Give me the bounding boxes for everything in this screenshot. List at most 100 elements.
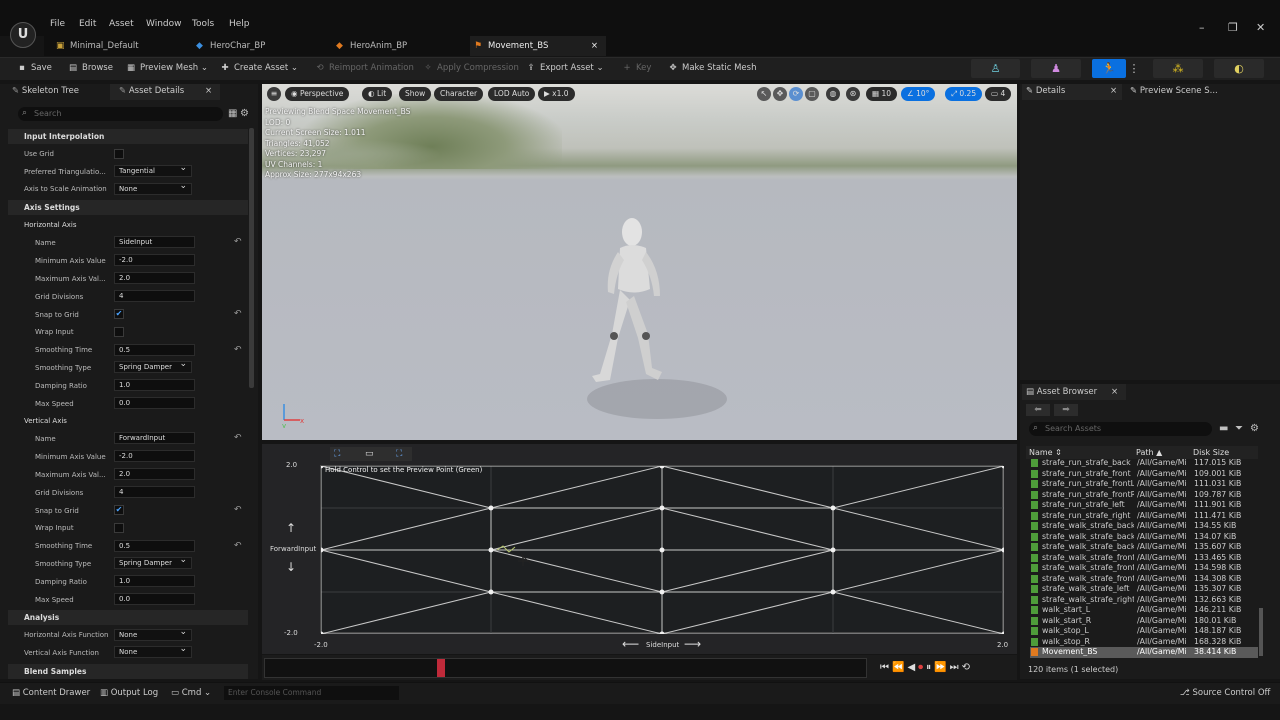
reset-arrow-icon[interactable]: ↶	[234, 309, 242, 319]
asset-row[interactable]: strafe_walk_strafe_front/All/Game/Mi 134.…	[1030, 563, 1258, 574]
tab-details[interactable]: ✎ Details	[1026, 86, 1065, 96]
save-button[interactable]: ▪ Save	[16, 63, 52, 73]
column-path[interactable]: Path ▲	[1136, 448, 1162, 457]
use-grid-checkbox[interactable]	[114, 149, 124, 159]
menu-file[interactable]: File	[50, 19, 65, 29]
reset-arrow-icon[interactable]: ↶	[234, 505, 242, 515]
tab-asset-browser[interactable]: ▤ Asset Browser	[1026, 387, 1097, 397]
world-space-icon[interactable]: ◍	[826, 87, 840, 101]
fit-view-icon[interactable]: ⛶	[334, 449, 340, 459]
step-forward-icon[interactable]: ⏩	[934, 662, 949, 673]
tab-preview-scene[interactable]: ✎ Preview Scene S...	[1130, 86, 1218, 96]
tab-movement-bs[interactable]: ⚑ Movement_BS ×	[470, 36, 606, 56]
filter-icon[interactable]: ⏷	[1235, 423, 1243, 434]
tab-skeleton-tree[interactable]: ✎ Skeleton Tree	[12, 86, 79, 96]
menu-edit[interactable]: Edit	[79, 19, 96, 29]
pause-icon[interactable]: ⏸	[926, 662, 934, 673]
v-snap-checkbox[interactable]: ✔	[114, 505, 124, 515]
v-smooth-type-dropdown[interactable]: Spring Damper	[114, 555, 192, 569]
loop-icon[interactable]: ⟲	[962, 662, 973, 673]
angle-snap-button[interactable]: ∠ 10°	[901, 87, 936, 101]
asset-row[interactable]: strafe_run_strafe_front/All/Game/Mi 109.0…	[1030, 469, 1258, 480]
source-control-button[interactable]: ⎇ Source Control Off	[1180, 688, 1270, 698]
mesh-mode-button[interactable]: ♟	[1031, 59, 1081, 78]
vertical-axis-group[interactable]: Vertical Axis	[24, 417, 67, 425]
forward-arrow-icon[interactable]: ➡	[1054, 404, 1078, 416]
settings-gear-icon[interactable]: ⚙	[1250, 423, 1259, 434]
camera-speed-button[interactable]: ▭ 4	[985, 87, 1012, 101]
show-triangulation-icon[interactable]: ▭	[365, 449, 374, 459]
details-scrollbar[interactable]	[249, 128, 254, 388]
tab-close-icon[interactable]: ×	[591, 36, 598, 56]
play-reverse-icon[interactable]: ◀	[907, 662, 918, 673]
step-back-icon[interactable]: ⏪	[892, 662, 907, 673]
h-max-speed-field[interactable]: 0.0	[114, 397, 195, 409]
asset-row[interactable]: walk_stop_L/All/Game/Mi 148.187 KiB	[1030, 626, 1258, 637]
h-smooth-type-dropdown[interactable]: Spring Damper	[114, 359, 192, 373]
move-tool-icon[interactable]: ✥	[773, 87, 787, 101]
character-button[interactable]: Character	[434, 87, 484, 101]
asset-row[interactable]: strafe_walk_strafe_left/All/Game/Mi 135.3…	[1030, 584, 1258, 595]
section-input-interpolation[interactable]: Input Interpolation	[8, 129, 248, 144]
table-view-icon[interactable]: ▦	[228, 108, 237, 119]
minimize-icon[interactable]: –	[1199, 21, 1205, 34]
menu-help[interactable]: Help	[229, 19, 250, 29]
asset-list-scrollbar[interactable]	[1259, 608, 1263, 656]
tab-asset-details[interactable]: ✎ Asset Details	[119, 86, 184, 96]
reset-arrow-icon[interactable]: ↶	[234, 237, 242, 247]
browse-button[interactable]: ▤ Browse	[67, 63, 113, 73]
reset-arrow-icon[interactable]: ↶	[234, 433, 242, 443]
v-div-field[interactable]: 4	[114, 486, 195, 498]
h-axis-func-dropdown[interactable]: None	[114, 627, 192, 641]
record-icon[interactable]: ⏺	[918, 662, 926, 673]
asset-row[interactable]: strafe_walk_strafe_front/All/Game/Mi 133.…	[1030, 553, 1258, 564]
v-max-field[interactable]: 2.0	[114, 468, 195, 480]
v-smooth-time-field[interactable]: 0.5	[114, 540, 195, 552]
animation-mode-button[interactable]: 🏃	[1092, 59, 1126, 78]
asset-row[interactable]: strafe_run_strafe_frontR/All/Game/Mi 109.…	[1030, 490, 1258, 501]
asset-row[interactable]: strafe_run_strafe_back/All/Game/Mi 117.01…	[1030, 458, 1258, 469]
folder-icon[interactable]: ▬	[1219, 423, 1228, 434]
timeline-track[interactable]	[264, 658, 867, 678]
v-min-field[interactable]: -2.0	[114, 450, 195, 462]
show-samples-icon[interactable]: ⛶	[396, 449, 402, 459]
lod-button[interactable]: LOD Auto	[488, 87, 536, 101]
apply-compression-button[interactable]: ✧ Apply Compression	[422, 63, 518, 73]
asset-row[interactable]: strafe_run_strafe_right/All/Game/Mi 111.4…	[1030, 511, 1258, 522]
reset-arrow-icon[interactable]: ↶	[234, 541, 242, 551]
blend-grid[interactable]	[318, 463, 1007, 637]
unreal-logo-icon[interactable]: U	[10, 22, 36, 48]
asset-search-input[interactable]: Search Assets	[1029, 422, 1212, 436]
maximize-icon[interactable]: ❐	[1228, 21, 1238, 34]
key-button[interactable]: + Key	[621, 63, 651, 73]
v-damping-field[interactable]: 1.0	[114, 575, 195, 587]
close-tab-icon[interactable]: ×	[1110, 86, 1117, 96]
asset-row[interactable]: strafe_walk_strafe_front/All/Game/Mi 134.…	[1030, 574, 1258, 585]
asset-row[interactable]: strafe_walk_strafe_back/All/Game/Mi 134.5…	[1030, 521, 1258, 532]
create-asset-button[interactable]: ✚ Create Asset ⌄	[219, 63, 298, 73]
scale-snap-button[interactable]: ⤢ 0.25	[945, 87, 983, 101]
v-max-speed-field[interactable]: 0.0	[114, 593, 195, 605]
asset-row[interactable]: strafe_run_strafe_left/All/Game/Mi 111.90…	[1030, 500, 1258, 511]
surface-snap-icon[interactable]: ⊛	[846, 87, 860, 101]
grid-snap-button[interactable]: ▦ 10	[866, 87, 898, 101]
console-input[interactable]: Enter Console Command	[224, 686, 399, 700]
axis-to-scale-dropdown[interactable]: None	[114, 181, 192, 195]
close-tab-icon[interactable]: ×	[205, 86, 212, 96]
v-axis-func-dropdown[interactable]: None	[114, 644, 192, 658]
play-speed-button[interactable]: ▶ x1.0	[538, 87, 575, 101]
asset-row[interactable]: walk_stop_R/All/Game/Mi 168.328 KiB	[1030, 637, 1258, 648]
section-analysis[interactable]: Analysis	[8, 610, 248, 625]
column-disk-size[interactable]: Disk Size	[1193, 448, 1229, 457]
h-min-field[interactable]: -2.0	[114, 254, 195, 266]
perspective-button[interactable]: ◉ Perspective	[285, 87, 350, 101]
menu-tools[interactable]: Tools	[192, 19, 214, 29]
h-div-field[interactable]: 4	[114, 290, 195, 302]
content-drawer-button[interactable]: ▤ Content Drawer	[12, 688, 90, 698]
column-name[interactable]: Name ⇕	[1029, 448, 1062, 457]
show-button[interactable]: Show	[399, 87, 432, 101]
h-smooth-time-field[interactable]: 0.5	[114, 344, 195, 356]
h-max-field[interactable]: 2.0	[114, 272, 195, 284]
h-name-field[interactable]: SideInput	[114, 236, 195, 248]
menu-window[interactable]: Window	[146, 19, 182, 29]
